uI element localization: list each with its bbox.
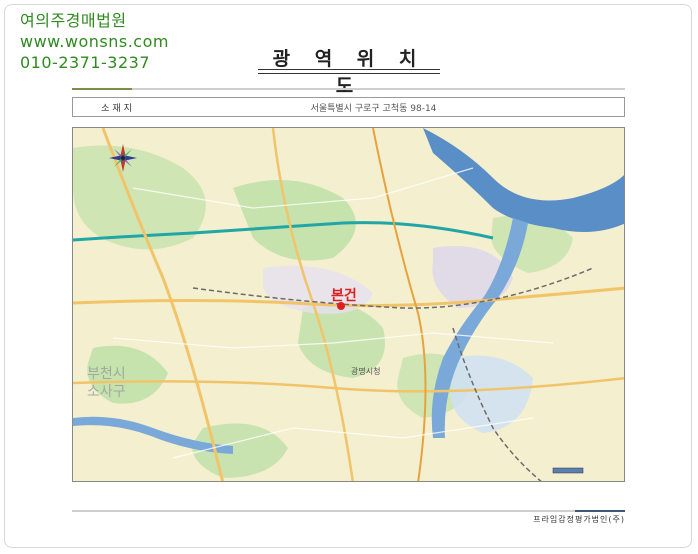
title-underline (258, 69, 440, 74)
gwangmyeong-city-hall-label: 광명시청 (351, 366, 380, 376)
appraiser-footer: 프라임감정평가법인(주) (533, 515, 625, 524)
watermark-website[interactable]: www.wonsns.com (20, 31, 169, 52)
map-scale-bar (552, 467, 584, 474)
location-map[interactable]: 본건 부천시 소사구 광명시청 (72, 127, 625, 482)
address-label: 소재지 (101, 103, 135, 114)
top-divider (72, 88, 625, 90)
sosa-label: 소사구 (87, 384, 126, 400)
address-value: 서울특별시 구로구 고척동 98-14 (310, 103, 437, 114)
bottom-divider (72, 510, 625, 512)
watermark: 여의주경매법원 www.wonsns.com 010-2371-3237 (20, 10, 169, 73)
bucheon-label: 부천시 (87, 366, 126, 382)
subject-label: 본건 (331, 287, 357, 304)
watermark-phone: 010-2371-3237 (20, 53, 151, 72)
watermark-company: 여의주경매법원 (20, 11, 127, 30)
address-row: 소재지 서울특별시 구로구 고척동 98-14 (72, 97, 625, 117)
